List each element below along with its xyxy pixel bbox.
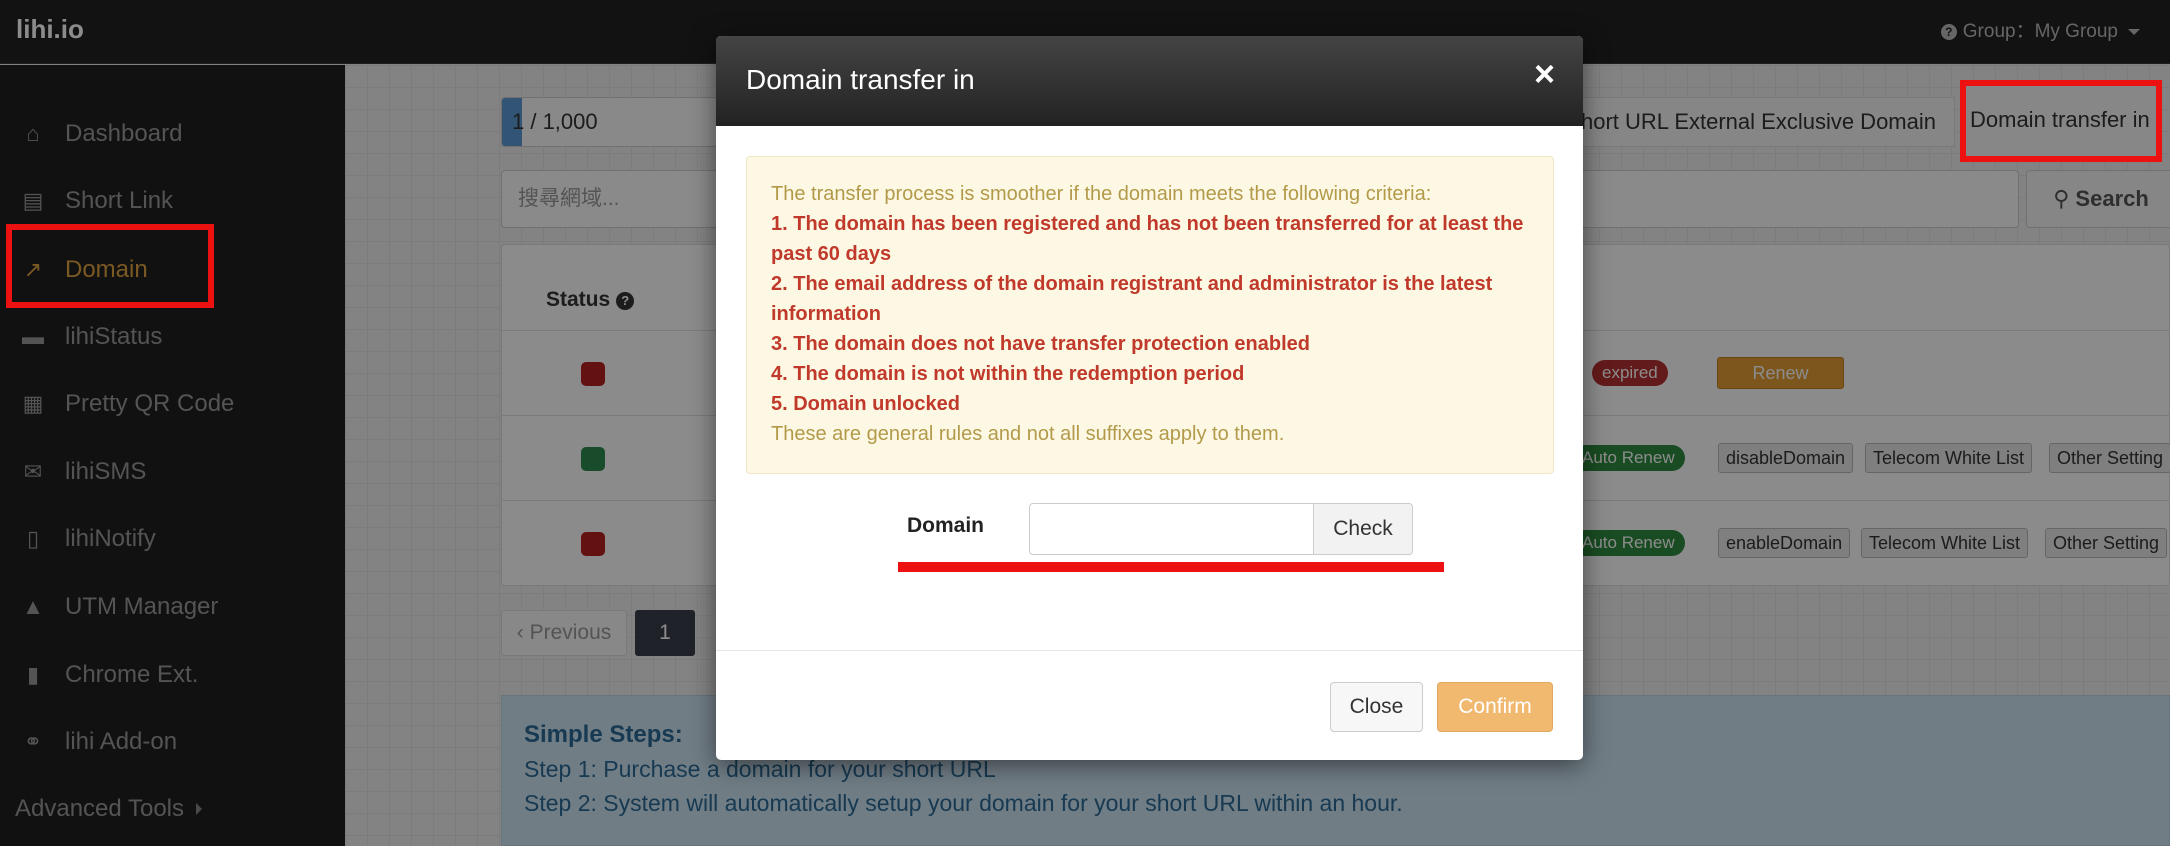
confirm-button[interactable]: Confirm [1437,682,1553,732]
criteria-intro: The transfer process is smoother if the … [771,183,1432,205]
domain-input[interactable] [1029,503,1314,555]
close-icon[interactable]: × [1534,56,1555,92]
highlight-box-domain [6,224,214,308]
modal-header: Domain transfer in × [716,36,1583,126]
highlight-box-transfer-tab [1960,80,2162,162]
criteria-item: 1. The domain has been registered and ha… [771,213,1524,265]
close-button[interactable]: Close [1330,682,1423,732]
criteria-item: 5. Domain unlocked [771,393,960,415]
criteria-item: 3. The domain does not have transfer pro… [771,333,1310,355]
modal-title: Domain transfer in [746,64,975,95]
check-button[interactable]: Check [1313,503,1413,555]
criteria-alert: The transfer process is smoother if the … [746,156,1554,474]
domain-transfer-modal: Domain transfer in × The transfer proces… [716,36,1583,760]
criteria-item: 4. The domain is not within the redempti… [771,363,1245,385]
criteria-item: 2. The email address of the domain regis… [771,273,1493,325]
highlight-underline-domain-input [898,562,1444,572]
criteria-note: These are general rules and not all suff… [771,423,1285,445]
modal-footer-divider [716,650,1583,651]
domain-field-label: Domain [907,514,985,537]
